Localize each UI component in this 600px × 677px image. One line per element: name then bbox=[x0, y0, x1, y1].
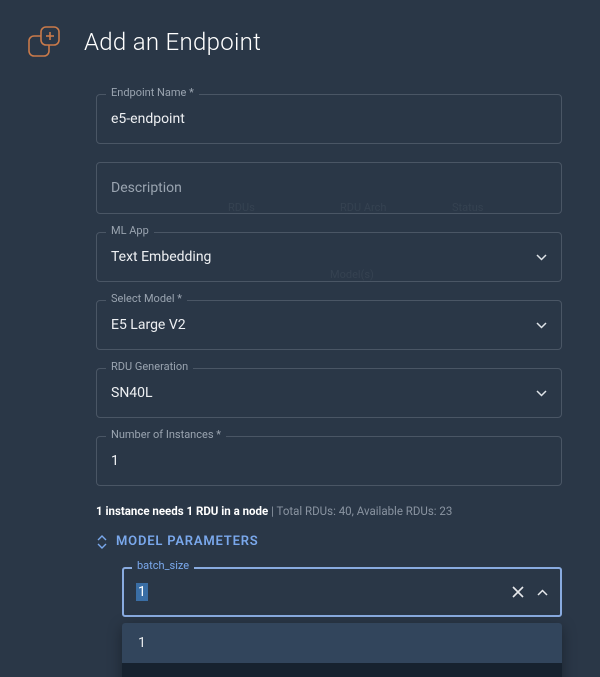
model-select[interactable]: E5 Large V2 bbox=[96, 300, 562, 350]
endpoint-name-field: Endpoint Name * bbox=[96, 94, 562, 144]
model-parameters-body: batch_size 1 1 32 bbox=[96, 567, 562, 677]
collapse-icon bbox=[96, 535, 108, 549]
rdu-gen-field: RDU Generation SN40L bbox=[96, 368, 562, 418]
endpoint-name-input[interactable] bbox=[111, 111, 547, 127]
rdu-gen-value: SN40L bbox=[111, 385, 536, 401]
model-value: E5 Large V2 bbox=[111, 317, 536, 333]
rdu-status-rest: | Total RDUs: 40, Available RDUs: 23 bbox=[268, 504, 452, 518]
description-input[interactable] bbox=[111, 180, 547, 196]
chevron-up-icon[interactable] bbox=[537, 589, 548, 596]
description-input-box[interactable] bbox=[96, 162, 562, 214]
model-field: Select Model * E5 Large V2 bbox=[96, 300, 562, 350]
form: Endpoint Name * ML App Text Embedding Se… bbox=[0, 72, 600, 677]
dropdown-option[interactable]: 32 bbox=[122, 663, 562, 677]
field-label: Number of Instances * bbox=[106, 428, 226, 441]
dialog-header: Add an Endpoint bbox=[0, 0, 600, 72]
chevron-down-icon bbox=[536, 322, 547, 329]
model-parameters-toggle[interactable]: MODEL PARAMETERS bbox=[96, 534, 562, 549]
dropdown-option[interactable]: 1 bbox=[122, 623, 562, 663]
instances-input-box[interactable] bbox=[96, 436, 562, 486]
instances-input[interactable] bbox=[111, 453, 547, 469]
section-title: MODEL PARAMETERS bbox=[116, 534, 259, 549]
rdu-status-bold: 1 instance needs 1 RDU in a node bbox=[96, 504, 268, 518]
field-label: Endpoint Name * bbox=[106, 86, 199, 99]
clear-icon[interactable] bbox=[511, 585, 525, 599]
batch-size-field: batch_size 1 1 32 bbox=[122, 567, 562, 677]
endpoint-name-input-box[interactable] bbox=[96, 94, 562, 144]
batch-size-value: 1 bbox=[136, 583, 148, 601]
add-endpoint-icon bbox=[24, 22, 64, 62]
field-label: ML App bbox=[106, 224, 154, 237]
field-label: RDU Generation bbox=[106, 360, 193, 373]
rdu-status-text: 1 instance needs 1 RDU in a node | Total… bbox=[96, 504, 562, 518]
batch-size-value-wrap: 1 bbox=[136, 583, 511, 601]
chevron-down-icon bbox=[536, 254, 547, 261]
field-label: batch_size bbox=[132, 559, 194, 572]
ml-app-field: ML App Text Embedding bbox=[96, 232, 562, 282]
chevron-down-icon bbox=[536, 390, 547, 397]
instances-field: Number of Instances * bbox=[96, 436, 562, 486]
field-label: Select Model * bbox=[106, 292, 187, 305]
ml-app-value: Text Embedding bbox=[111, 249, 536, 265]
batch-size-select[interactable]: 1 bbox=[122, 567, 562, 617]
rdu-gen-select[interactable]: SN40L bbox=[96, 368, 562, 418]
ml-app-select[interactable]: Text Embedding bbox=[96, 232, 562, 282]
batch-size-dropdown: 1 32 bbox=[122, 623, 562, 677]
description-field bbox=[96, 162, 562, 214]
dialog-title: Add an Endpoint bbox=[84, 28, 261, 56]
